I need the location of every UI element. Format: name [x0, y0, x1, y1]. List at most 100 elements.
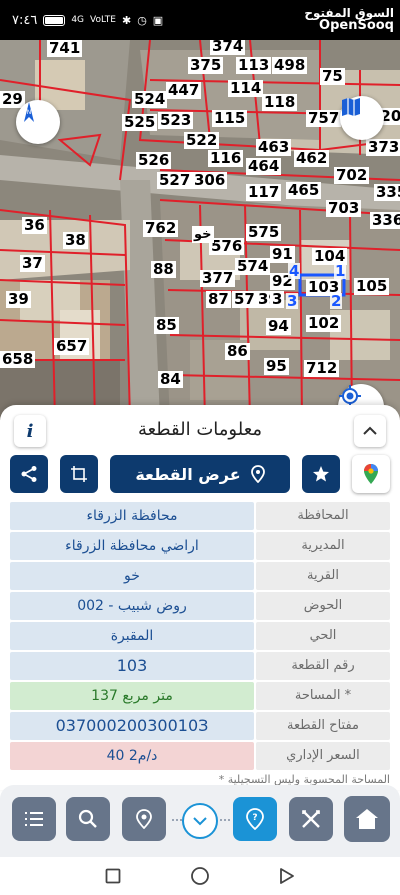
plot-label: 118 [262, 93, 298, 111]
network-type: 4G [71, 15, 85, 25]
parcel-corner: 1 [334, 262, 347, 280]
parcel-corner: 3 [286, 292, 299, 310]
directorate-label: المديرية [256, 532, 390, 560]
village-key: القرية [256, 562, 390, 590]
toolbar-divider [172, 819, 182, 821]
detail-row: 137 متر مربع المساحة * [10, 681, 390, 711]
chevron-up-icon[interactable] [354, 415, 386, 447]
plot-label: 94 [266, 317, 291, 335]
bluetooth-icon: ✱ [121, 13, 132, 27]
google-maps-button[interactable] [352, 455, 390, 493]
village-label: خو [192, 226, 214, 243]
parcel-details: محافظة الزرقاء المحافظة اراضي محافظة الز… [10, 501, 390, 771]
plot-label: 523 [158, 111, 194, 129]
plot-label: 86 [225, 342, 250, 360]
plot-label: 702 [334, 166, 370, 184]
plot-label: 306 [192, 171, 228, 189]
expand-toolbar-button[interactable] [182, 803, 218, 839]
svg-text:?: ? [252, 813, 257, 823]
plot-label: 447 [166, 81, 202, 99]
plot-label: 85 [154, 316, 179, 334]
plot-label: 464 [246, 157, 282, 175]
governorate-label: المحافظة [256, 502, 390, 530]
directorate-value: اراضي محافظة الزرقاء [10, 532, 254, 560]
plot-label: 465 [286, 181, 322, 199]
plot-key-label: مفتاح القطعة [256, 712, 390, 740]
battery-icon [43, 14, 66, 26]
plot-label: 712 [304, 359, 340, 377]
volte-label: VoLTE [90, 15, 116, 25]
plot-label: 95 [264, 357, 289, 375]
plot-label: 524 [132, 90, 168, 108]
plot-label: 374 [210, 40, 246, 55]
crop-button[interactable] [60, 455, 98, 493]
plot-label: 114 [228, 79, 264, 97]
district-value: المقبرة [10, 622, 254, 650]
list-button[interactable] [12, 797, 56, 841]
google-maps-icon [364, 464, 378, 484]
plot-label: 36 [22, 216, 47, 234]
parcel-corner: 2 [330, 292, 343, 310]
plot-label: 116 [208, 149, 244, 167]
measure-icon [302, 810, 320, 828]
plot-label: 463 [256, 138, 292, 156]
sheet-header: i معلومات القطعة [0, 405, 400, 453]
parcel-map[interactable]: 741 374 375 113 498 75 29 524 447 114 11… [0, 40, 400, 420]
plot-label: 84 [158, 370, 183, 388]
favorite-button[interactable] [302, 455, 340, 493]
star-icon [313, 466, 329, 482]
plot-label: 657 [54, 337, 90, 355]
detail-row: خو القرية [10, 561, 390, 591]
plot-label: 75 [320, 67, 345, 85]
plot-label: 462 [294, 149, 330, 167]
admin-price-label: السعر الإداري [256, 742, 390, 770]
help-pin-icon: ? [246, 808, 264, 830]
list-icon [25, 812, 43, 826]
basin-value: روض شبيب - 002 [10, 592, 254, 620]
brand-english: OpenSooq [319, 18, 394, 34]
village-value: خو [10, 562, 254, 590]
share-icon [21, 466, 37, 482]
svg-text:N: N [27, 109, 32, 116]
detail-row: اراضي محافظة الزرقاء المديرية [10, 531, 390, 561]
basin-label: الحوض [256, 592, 390, 620]
plot-label: 39 [6, 290, 31, 308]
area-value: 137 متر مربع [10, 682, 254, 710]
governorate-value: محافظة الزرقاء [10, 502, 254, 530]
plot-label: 38 [63, 231, 88, 249]
plot-label: 574 [235, 257, 271, 275]
plot-label: 373 [366, 138, 400, 156]
plot-label: 336 [370, 212, 400, 229]
place-button[interactable] [122, 797, 166, 841]
status-time: ٧:٤٦ [12, 12, 38, 28]
admin-price-value: 40 د/م2 [10, 742, 254, 770]
help-pin-button[interactable]: ? [233, 797, 277, 841]
parcel-info-sheet: i معلومات القطعة عرض القطعة محافظة الزرق… [0, 405, 400, 790]
plot-label: 658 [0, 350, 36, 368]
home-button[interactable] [344, 796, 390, 842]
home-nav-icon[interactable] [190, 866, 210, 886]
sheet-title: معلومات القطعة [137, 419, 263, 440]
plot-label: 91 [270, 245, 295, 263]
crop-icon [71, 466, 87, 482]
map-pin-icon [250, 465, 265, 483]
plot-label: 113 [236, 56, 272, 74]
share-button[interactable] [10, 455, 48, 493]
compass-icon[interactable]: N [16, 100, 60, 144]
back-icon[interactable] [279, 867, 295, 885]
info-icon[interactable]: i [14, 415, 46, 447]
plot-label: 117 [246, 183, 282, 201]
map-icon[interactable] [340, 96, 384, 140]
plot-key-value[interactable]: 03700020030010З [10, 712, 254, 740]
plot-label: 335 [374, 184, 400, 201]
show-plot-button[interactable]: عرض القطعة [110, 455, 290, 493]
detail-row: المقبرة الحي [10, 621, 390, 651]
area-label: المساحة * [256, 682, 390, 710]
plot-label: 88 [151, 260, 176, 278]
plot-label: 115 [212, 109, 248, 127]
recents-icon[interactable] [105, 868, 121, 884]
plot-label: 57 [232, 290, 257, 308]
measure-button[interactable] [289, 797, 333, 841]
search-button[interactable] [66, 797, 110, 841]
plot-label: 741 [47, 40, 83, 57]
